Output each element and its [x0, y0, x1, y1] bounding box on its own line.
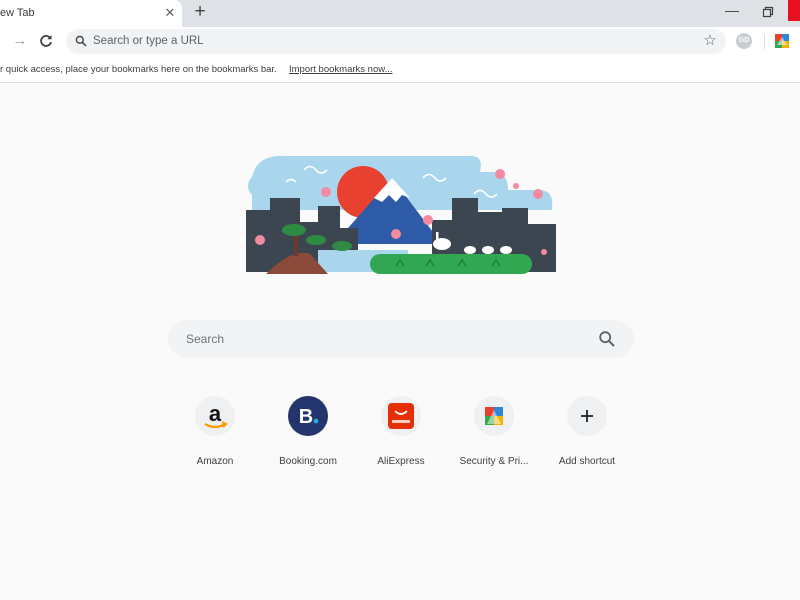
omnibox[interactable]: Search or type a URL ☆ — [66, 29, 726, 54]
toolbar-divider — [764, 35, 765, 49]
new-tab-button[interactable]: + — [189, 1, 211, 23]
shortcut-tile — [381, 396, 421, 436]
plus-icon — [581, 410, 593, 422]
shortcut-aliexpress[interactable]: AliExpress — [355, 393, 447, 473]
avg-shield-icon — [485, 407, 503, 425]
tab-new-tab[interactable]: ew Tab ✕ — [0, 0, 182, 27]
new-tab-page: Search a Amazon B Booking.com AliExpress… — [0, 84, 800, 600]
shortcut-add[interactable]: Add shortcut — [541, 393, 633, 473]
shortcut-amazon[interactable]: a Amazon — [169, 393, 261, 473]
shortcut-tile: a — [195, 396, 235, 436]
shortcut-tile: B — [288, 396, 328, 436]
ntp-search-placeholder: Search — [186, 332, 225, 346]
shortcut-tile — [474, 396, 514, 436]
omnibox-placeholder: Search or type a URL — [93, 35, 204, 47]
plus-icon: + — [194, 1, 206, 22]
shortcut-label: Add shortcut — [558, 456, 616, 467]
restore-icon — [762, 6, 774, 18]
search-icon — [75, 35, 87, 47]
amazon-icon: a — [204, 401, 228, 429]
shortcut-security-privacy[interactable]: Security & Pri... — [448, 393, 540, 473]
avg-extension-icon[interactable] — [775, 34, 789, 48]
tab-strip: ew Tab ✕ + — — [0, 0, 800, 27]
close-icon[interactable]: ✕ — [160, 3, 180, 23]
bookmarks-bar-message: r quick access, place your bookmarks her… — [0, 64, 277, 75]
shortcut-label: Booking.com — [279, 456, 337, 467]
minimize-icon: — — [725, 2, 739, 18]
google-doodle-mount-fuji[interactable] — [246, 150, 558, 276]
import-bookmarks-link[interactable]: Import bookmarks now... — [289, 64, 392, 75]
svg-text:B: B — [299, 406, 313, 428]
aliexpress-icon — [388, 403, 414, 429]
shortcut-label: Amazon — [196, 456, 234, 467]
shortcut-tile — [567, 396, 607, 436]
window-close-button[interactable] — [788, 0, 800, 21]
ntp-search-box[interactable]: Search — [168, 320, 634, 358]
search-icon[interactable] — [598, 330, 616, 348]
minimize-button[interactable]: — — [722, 1, 742, 21]
tab-title: ew Tab — [0, 7, 35, 19]
arrow-right-icon: → — [12, 32, 28, 49]
star-icon[interactable]: ☆ — [702, 33, 718, 49]
shortcut-label: Security & Pri... — [459, 456, 529, 467]
forward-button[interactable]: → — [10, 31, 30, 51]
booking-icon: B — [288, 396, 328, 436]
reload-icon — [40, 35, 52, 47]
avatar[interactable]: GD — [736, 33, 752, 49]
shortcut-label: AliExpress — [377, 456, 425, 467]
toolbar: → Search or type a URL ☆ GD — [0, 27, 800, 57]
bookmarks-bar: r quick access, place your bookmarks her… — [0, 57, 800, 83]
restore-button[interactable] — [760, 4, 776, 20]
svg-text:a: a — [209, 401, 222, 426]
shortcut-booking[interactable]: B Booking.com — [262, 393, 354, 473]
reload-button[interactable] — [36, 31, 56, 51]
